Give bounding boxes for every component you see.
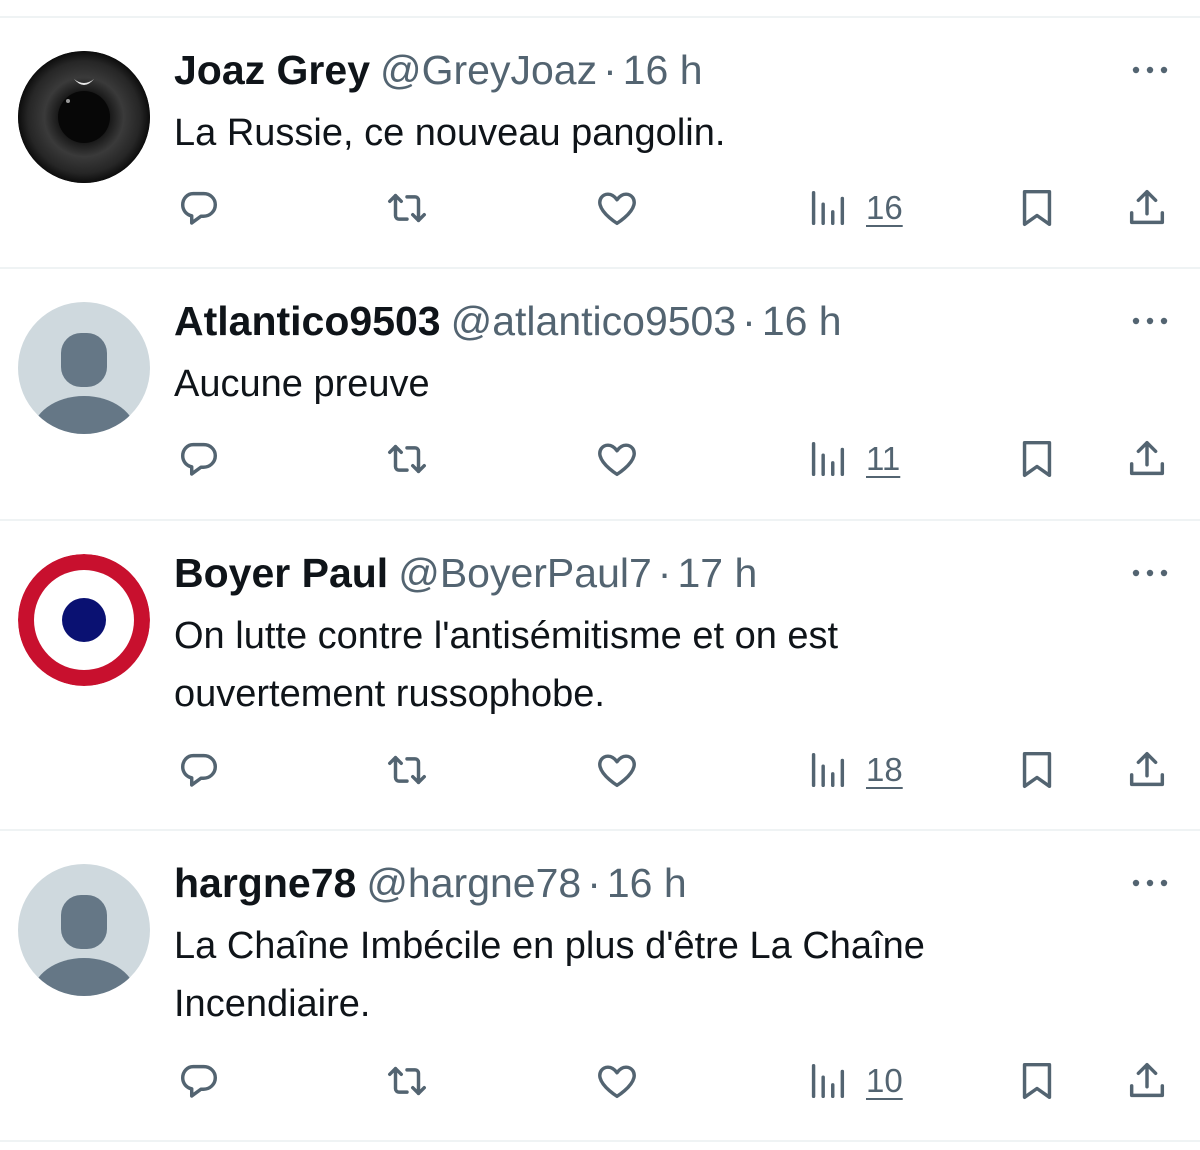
views-bar-chart-icon (811, 441, 845, 477)
retweet-icon (388, 755, 426, 785)
more-dots-icon[interactable] (1130, 565, 1170, 581)
display-name[interactable]: Atlantico9503 (174, 298, 441, 344)
avatar[interactable] (18, 302, 150, 434)
bookmark-icon (1022, 440, 1052, 478)
user-handle[interactable]: @BoyerPaul7 (398, 550, 652, 596)
french-roundel-avatar-image (18, 554, 150, 686)
timestamp[interactable]: 17 h (677, 550, 757, 596)
separator-dot: · (587, 860, 601, 906)
avatar[interactable] (18, 864, 150, 996)
bookmark-button[interactable] (1014, 183, 1060, 233)
reply-button[interactable] (176, 1056, 222, 1106)
share-button[interactable] (1124, 434, 1170, 484)
tweet-header: Joaz Grey @GreyJoaz · 16 h (174, 44, 703, 96)
like-button[interactable] (594, 745, 640, 795)
heart-icon (598, 443, 636, 477)
tweet[interactable]: Boyer Paul @BoyerPaul7 · 17 h On lutte cont… (0, 521, 1200, 831)
dark-eye-avatar-image (18, 51, 150, 183)
separator-dot: · (657, 550, 672, 596)
heart-icon (598, 754, 636, 788)
tweet-actions: 18 (0, 745, 1200, 795)
retweet-button[interactable] (384, 1056, 430, 1106)
tweet-header: hargne78 @hargne78 · 16 h (174, 857, 687, 909)
share-button[interactable] (1124, 1056, 1170, 1106)
retweet-button[interactable] (384, 183, 430, 233)
separator-dot: · (742, 298, 756, 344)
retweet-button[interactable] (384, 434, 430, 484)
display-name[interactable]: Boyer Paul (174, 550, 388, 596)
tweet-actions: 16 (0, 183, 1200, 233)
display-name[interactable]: Joaz Grey (174, 47, 370, 93)
reply-button[interactable] (176, 183, 222, 233)
share-upload-icon (1129, 751, 1165, 787)
share-button[interactable] (1124, 745, 1170, 795)
avatar[interactable] (18, 554, 150, 686)
bookmark-button[interactable] (1014, 1056, 1060, 1106)
user-handle[interactable]: @GreyJoaz (380, 47, 597, 93)
reply-bubble-icon (180, 1064, 218, 1098)
share-upload-icon (1129, 440, 1165, 476)
views-bar-chart-icon (811, 752, 845, 788)
timestamp[interactable]: 16 h (607, 860, 687, 906)
bookmark-button[interactable] (1014, 434, 1060, 484)
views-bar-chart-icon (811, 1063, 845, 1099)
bookmark-icon (1022, 1062, 1052, 1100)
views-button[interactable]: 10 (804, 1056, 903, 1106)
like-button[interactable] (594, 1056, 640, 1106)
views-count[interactable]: 16 (866, 189, 903, 227)
retweet-icon (388, 193, 426, 223)
default-user-avatar-image (18, 302, 150, 434)
reply-bubble-icon (180, 753, 218, 787)
tweet-actions: 10 (0, 1056, 1200, 1106)
views-count[interactable]: 11 (866, 440, 900, 478)
timestamp[interactable]: 16 h (762, 298, 842, 344)
tweet-text: On lutte contre l'antisémitisme et on es… (174, 615, 839, 715)
user-handle[interactable]: @hargne78 (366, 860, 581, 906)
separator-dot: · (603, 47, 617, 93)
tweet-text: La Chaîne Imbécile en plus d'être La Cha… (174, 925, 925, 1025)
reply-bubble-icon (180, 191, 218, 225)
like-button[interactable] (594, 434, 640, 484)
reply-feed: Joaz Grey @GreyJoaz · 16 h La Russie, ce no… (0, 18, 1200, 1142)
timestamp[interactable]: 16 h (623, 47, 703, 93)
tweet-actions: 11 (0, 434, 1200, 484)
share-button[interactable] (1124, 183, 1170, 233)
views-count[interactable]: 18 (866, 751, 903, 789)
tweet[interactable]: Joaz Grey @GreyJoaz · 16 h La Russie, ce no… (0, 18, 1200, 269)
tweet-header: Boyer Paul @BoyerPaul7 · 17 h (174, 547, 757, 599)
retweet-button[interactable] (384, 745, 430, 795)
default-user-avatar-image (18, 864, 150, 996)
more-dots-icon[interactable] (1130, 313, 1170, 329)
share-upload-icon (1129, 189, 1165, 225)
like-button[interactable] (594, 183, 640, 233)
heart-icon (598, 1065, 636, 1099)
user-handle[interactable]: @atlantico9503 (451, 298, 737, 344)
tweet-text: La Russie, ce nouveau pangolin. (174, 112, 726, 154)
tweet-text: Aucune preuve (174, 363, 430, 405)
retweet-icon (388, 444, 426, 474)
views-bar-chart-icon (811, 190, 845, 226)
views-count[interactable]: 10 (866, 1062, 903, 1100)
heart-icon (598, 192, 636, 226)
reply-bubble-icon (180, 442, 218, 476)
bookmark-button[interactable] (1014, 745, 1060, 795)
share-upload-icon (1129, 1062, 1165, 1098)
retweet-icon (388, 1066, 426, 1096)
views-button[interactable]: 11 (804, 434, 900, 484)
bookmark-icon (1022, 189, 1052, 227)
avatar[interactable] (18, 51, 150, 183)
display-name[interactable]: hargne78 (174, 860, 356, 906)
views-button[interactable]: 16 (804, 183, 903, 233)
tweet[interactable]: Atlantico9503 @atlantico9503 · 16 h Aucune … (0, 269, 1200, 521)
tweet[interactable]: hargne78 @hargne78 · 16 h La Chaîne Imbécil… (0, 831, 1200, 1142)
reply-button[interactable] (176, 434, 222, 484)
reply-button[interactable] (176, 745, 222, 795)
bookmark-icon (1022, 751, 1052, 789)
views-button[interactable]: 18 (804, 745, 903, 795)
more-dots-icon[interactable] (1130, 875, 1170, 891)
more-dots-icon[interactable] (1130, 62, 1170, 78)
tweet-header: Atlantico9503 @atlantico9503 · 16 h (174, 295, 842, 347)
